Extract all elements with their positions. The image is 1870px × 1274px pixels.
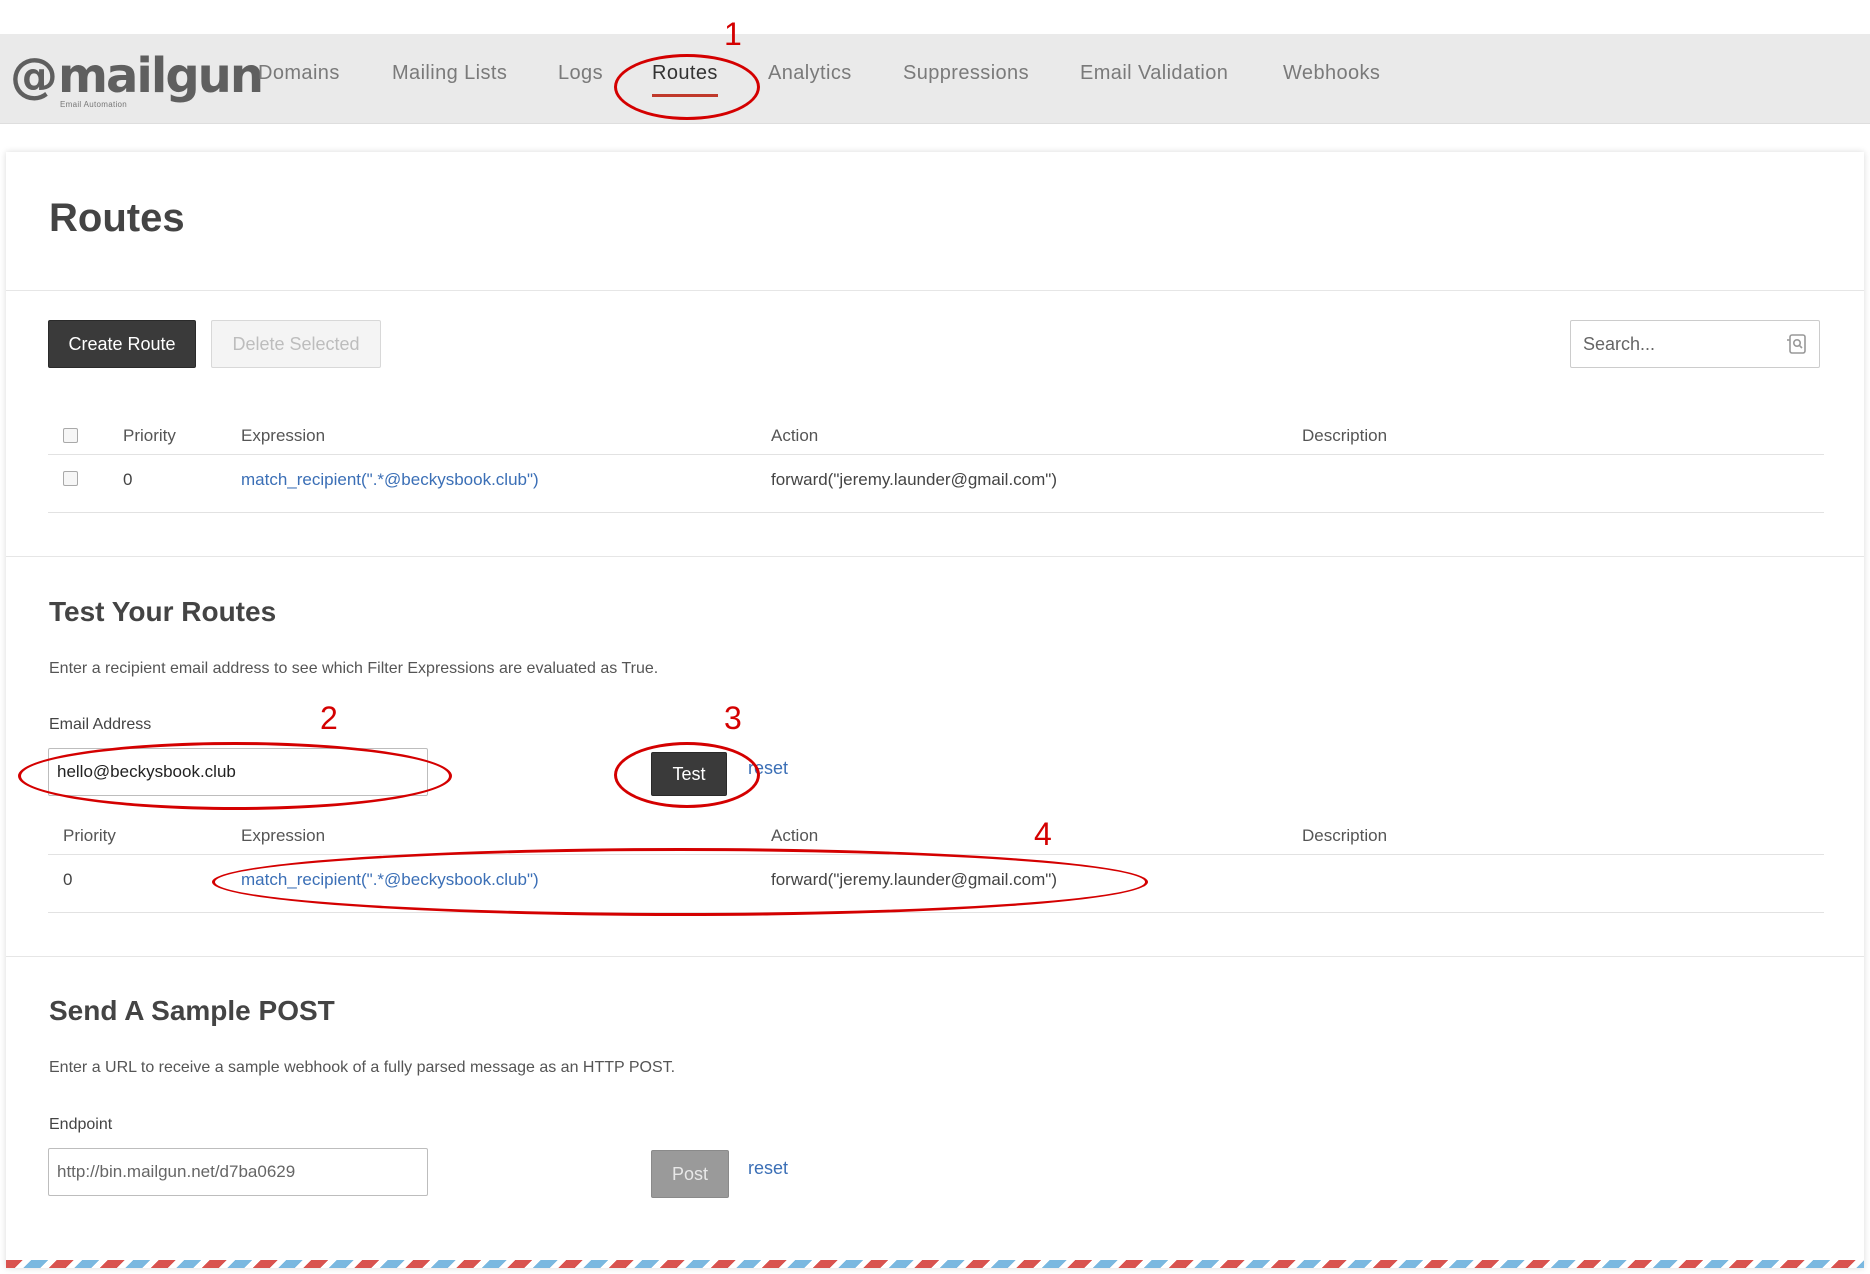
search-options-icon[interactable] xyxy=(1785,332,1809,356)
nav-item-analytics[interactable]: Analytics xyxy=(768,62,852,85)
envelope-border xyxy=(6,1260,1864,1268)
nav-item-webhooks[interactable]: Webhooks xyxy=(1283,62,1380,85)
routes-card: Routes Create Route Delete Selected Prio… xyxy=(6,152,1864,1268)
nav-item-suppressions[interactable]: Suppressions xyxy=(903,62,1029,85)
nav-item-email-validation[interactable]: Email Validation xyxy=(1080,62,1228,85)
column-header-expression: Expression xyxy=(241,426,326,445)
result-header-line xyxy=(48,854,1824,855)
annotation-number-3: 3 xyxy=(724,700,742,736)
result-action: forward("jeremy.launder@gmail.com") xyxy=(771,870,1057,889)
test-button[interactable]: Test xyxy=(651,752,727,796)
table-header-line xyxy=(48,454,1824,455)
endpoint-input[interactable] xyxy=(48,1148,428,1196)
create-route-button[interactable]: Create Route xyxy=(48,320,196,368)
annotation-number-1: 1 xyxy=(724,16,742,52)
nav-active-underline xyxy=(652,94,718,97)
route-action: forward("jeremy.launder@gmail.com") xyxy=(771,470,1057,489)
search-box xyxy=(1570,320,1820,368)
column-header-priority: Priority xyxy=(123,426,176,445)
sample-post-description: Enter a URL to receive a sample webhook … xyxy=(49,1059,676,1076)
nav-item-domains[interactable]: Domains xyxy=(258,62,340,85)
column-header-description: Description xyxy=(1302,426,1388,445)
nav-item-mailing-lists[interactable]: Mailing Lists xyxy=(392,62,507,85)
column-header-action: Action xyxy=(771,426,819,445)
email-address-label: Email Address xyxy=(49,716,152,733)
annotation-number-2: 2 xyxy=(320,700,338,736)
logo-tagline: Email Automation xyxy=(60,100,128,109)
annotation-number-4: 4 xyxy=(1034,816,1052,852)
divider xyxy=(6,290,1864,291)
result-expression-link[interactable]: match_recipient(".*@beckysbook.club") xyxy=(241,870,539,890)
page-title: Routes xyxy=(49,196,185,240)
result-row-line xyxy=(48,912,1824,913)
test-routes-description: Enter a recipient email address to see w… xyxy=(49,660,659,677)
top-navigation-bar: @ mailgun Email Automation Domains Maili… xyxy=(0,34,1870,124)
search-input[interactable] xyxy=(1571,321,1781,367)
mailgun-logo[interactable]: @ mailgun Email Automation xyxy=(10,48,264,114)
logo-at-icon: @ xyxy=(10,48,58,104)
test-routes-title: Test Your Routes xyxy=(49,596,277,627)
test-reset-link[interactable]: reset xyxy=(748,758,788,779)
divider xyxy=(6,956,1864,957)
route-priority: 0 xyxy=(123,470,133,489)
result-header-description: Description xyxy=(1302,826,1388,845)
logo-wordmark: mailgun xyxy=(58,48,264,104)
nav-item-routes[interactable]: Routes xyxy=(652,62,718,85)
post-button[interactable]: Post xyxy=(651,1150,729,1198)
result-priority: 0 xyxy=(63,870,73,889)
result-header-action: Action xyxy=(771,826,819,845)
divider xyxy=(6,556,1864,557)
post-reset-link[interactable]: reset xyxy=(748,1158,788,1179)
delete-selected-button[interactable]: Delete Selected xyxy=(211,320,381,368)
result-header-priority: Priority xyxy=(63,826,116,845)
row-checkbox[interactable] xyxy=(63,471,78,486)
select-all-checkbox[interactable] xyxy=(63,428,78,443)
route-expression-link[interactable]: match_recipient(".*@beckysbook.club") xyxy=(241,470,539,490)
endpoint-label: Endpoint xyxy=(49,1116,113,1133)
result-header-expression: Expression xyxy=(241,826,326,845)
email-address-input[interactable] xyxy=(48,748,428,796)
table-row-line xyxy=(48,512,1824,513)
sample-post-title: Send A Sample POST xyxy=(49,995,335,1026)
nav-item-logs[interactable]: Logs xyxy=(558,62,603,85)
